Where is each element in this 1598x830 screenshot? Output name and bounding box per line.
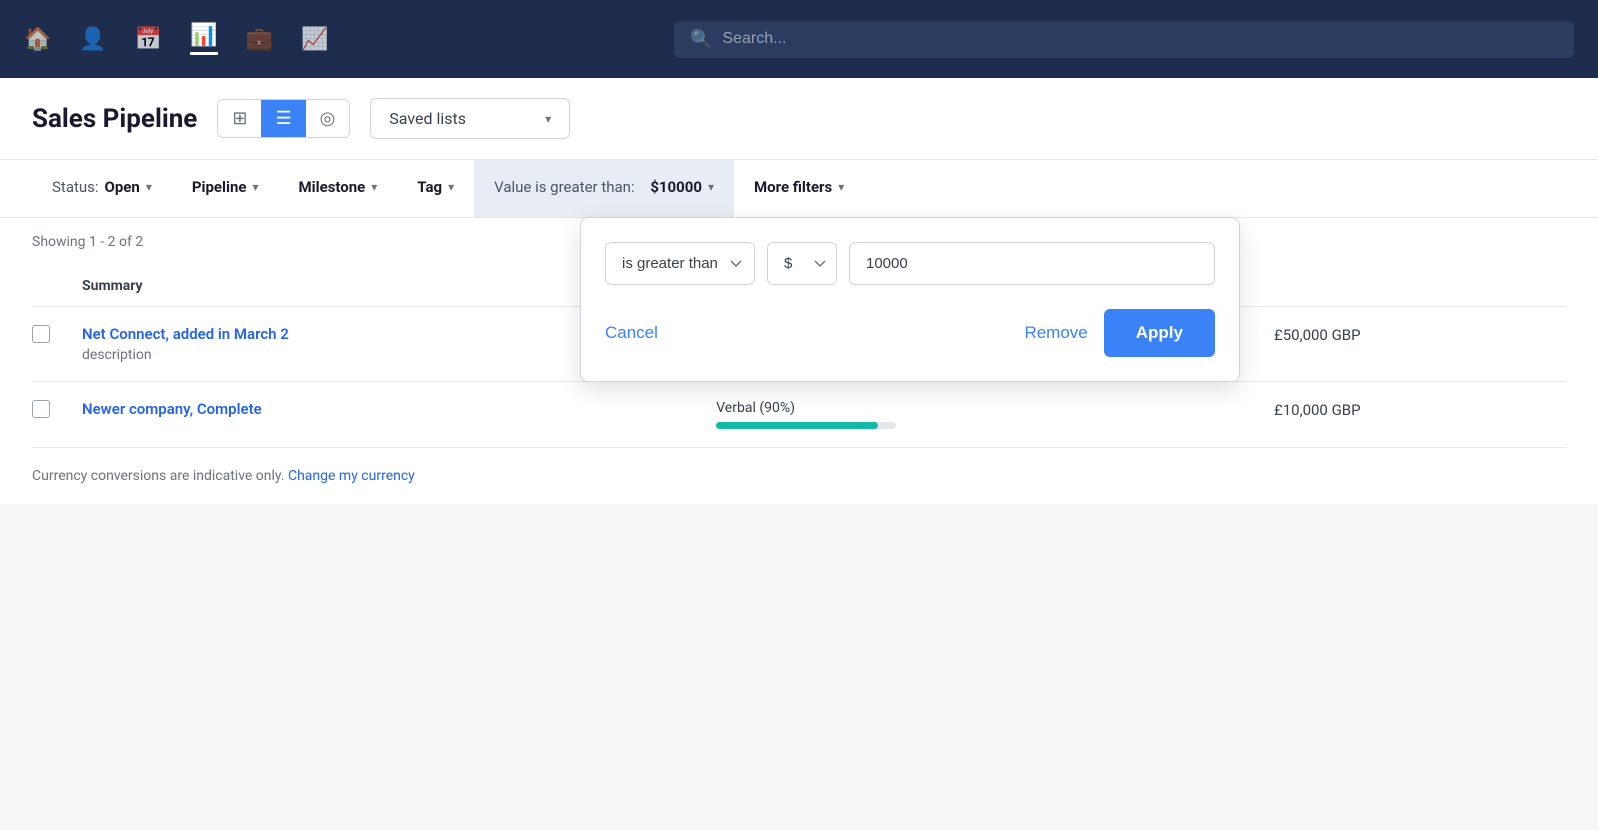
- trend-icon[interactable]: 📈: [301, 27, 328, 52]
- pipeline-filter[interactable]: Pipeline ▾: [172, 160, 279, 217]
- pipeline-chevron-icon: ▾: [252, 180, 258, 194]
- value-filter[interactable]: Value is greater than: $10000 ▾: [474, 160, 734, 217]
- chevron-down-icon: ▾: [545, 112, 551, 126]
- search-icon: 🔍: [690, 29, 712, 50]
- briefcase-icon[interactable]: 💼: [246, 27, 273, 52]
- more-filters[interactable]: More filters ▾: [734, 160, 864, 217]
- tag-filter-label: Tag: [417, 178, 442, 196]
- view-toggle-group: ⊞ ☰ ◎: [217, 99, 350, 138]
- list-view-button[interactable]: ☰: [261, 100, 305, 137]
- page-header: Sales Pipeline ⊞ ☰ ◎ Saved lists ▾: [0, 78, 1598, 160]
- more-filters-chevron-icon: ▾: [838, 180, 844, 194]
- filter-popup-actions: Cancel Remove Apply: [605, 309, 1215, 357]
- filter-popup-row: is greater than is less than is equal to…: [605, 242, 1215, 285]
- chart-icon[interactable]: 📊: [190, 23, 217, 55]
- search-input[interactable]: [722, 30, 1558, 48]
- col-value: [1274, 266, 1566, 307]
- col-check: [32, 266, 82, 307]
- search-bar: 🔍: [674, 21, 1574, 58]
- condition-select[interactable]: is greater than is less than is equal to…: [605, 242, 755, 285]
- tag-chevron-icon: ▾: [448, 180, 454, 194]
- milestone-chevron-icon: ▾: [371, 180, 377, 194]
- top-navigation: 🏠 👤 📅 📊 💼 📈 🔍: [0, 0, 1598, 78]
- value-chevron-icon: ▾: [708, 180, 714, 194]
- milestone-filter[interactable]: Milestone ▾: [279, 160, 398, 217]
- row-checkbox-cell: [32, 307, 82, 382]
- milestone-name: Verbal (90%): [716, 400, 1258, 416]
- row-milestone-cell: Verbal (90%): [716, 382, 1274, 448]
- cancel-button[interactable]: Cancel: [605, 323, 658, 343]
- calendar-icon[interactable]: 📅: [135, 27, 162, 52]
- row-summary-cell: Newer company, Complete: [82, 382, 716, 448]
- gauge-view-button[interactable]: ◎: [306, 100, 350, 137]
- remove-button[interactable]: Remove: [1024, 323, 1087, 343]
- row-checkbox[interactable]: [32, 400, 50, 418]
- footer-text: Currency conversions are indicative only…: [32, 468, 285, 484]
- row-checkbox[interactable]: [32, 325, 50, 343]
- row-value-cell: £50,000 GBP: [1274, 307, 1566, 382]
- pipeline-filter-label: Pipeline: [192, 178, 247, 196]
- page-title: Sales Pipeline: [32, 104, 197, 134]
- progress-bar-fill: [716, 422, 878, 429]
- change-currency-link[interactable]: Change my currency: [288, 468, 415, 484]
- tag-filter[interactable]: Tag ▾: [397, 160, 474, 217]
- filter-popup: is greater than is less than is equal to…: [580, 217, 1240, 382]
- filter-bar: Status: Open ▾ Pipeline ▾ Milestone ▾ Ta…: [0, 160, 1598, 218]
- saved-lists-label: Saved lists: [389, 109, 466, 128]
- person-icon[interactable]: 👤: [79, 27, 106, 52]
- row-checkbox-cell: [32, 382, 82, 448]
- status-chevron-icon: ▾: [146, 180, 152, 194]
- apply-button[interactable]: Apply: [1104, 309, 1215, 357]
- deal-value: £50,000 GBP: [1274, 326, 1361, 344]
- value-input[interactable]: [849, 242, 1215, 285]
- progress-bar-wrap: [716, 422, 896, 429]
- action-right-group: Remove Apply: [1024, 309, 1215, 357]
- deal-value: £10,000 GBP: [1274, 401, 1361, 419]
- status-filter[interactable]: Status: Open ▾: [32, 160, 172, 217]
- status-filter-label: Status:: [52, 178, 99, 196]
- value-filter-value: $10000: [650, 178, 702, 196]
- footer-note: Currency conversions are indicative only…: [0, 448, 1598, 504]
- saved-lists-dropdown[interactable]: Saved lists ▾: [370, 98, 570, 139]
- milestone-filter-label: Milestone: [299, 178, 366, 196]
- home-icon[interactable]: 🏠: [24, 27, 51, 52]
- value-filter-label: Value is greater than:: [494, 178, 634, 196]
- table-row: Newer company, Complete Verbal (90%) £10…: [32, 382, 1566, 448]
- deal-name[interactable]: Newer company, Complete: [82, 400, 700, 418]
- row-value-cell: £10,000 GBP: [1274, 382, 1566, 448]
- more-filters-label: More filters: [754, 178, 832, 196]
- status-filter-value: Open: [105, 178, 140, 196]
- currency-select[interactable]: $ £ €: [767, 242, 837, 285]
- kanban-view-button[interactable]: ⊞: [218, 100, 261, 137]
